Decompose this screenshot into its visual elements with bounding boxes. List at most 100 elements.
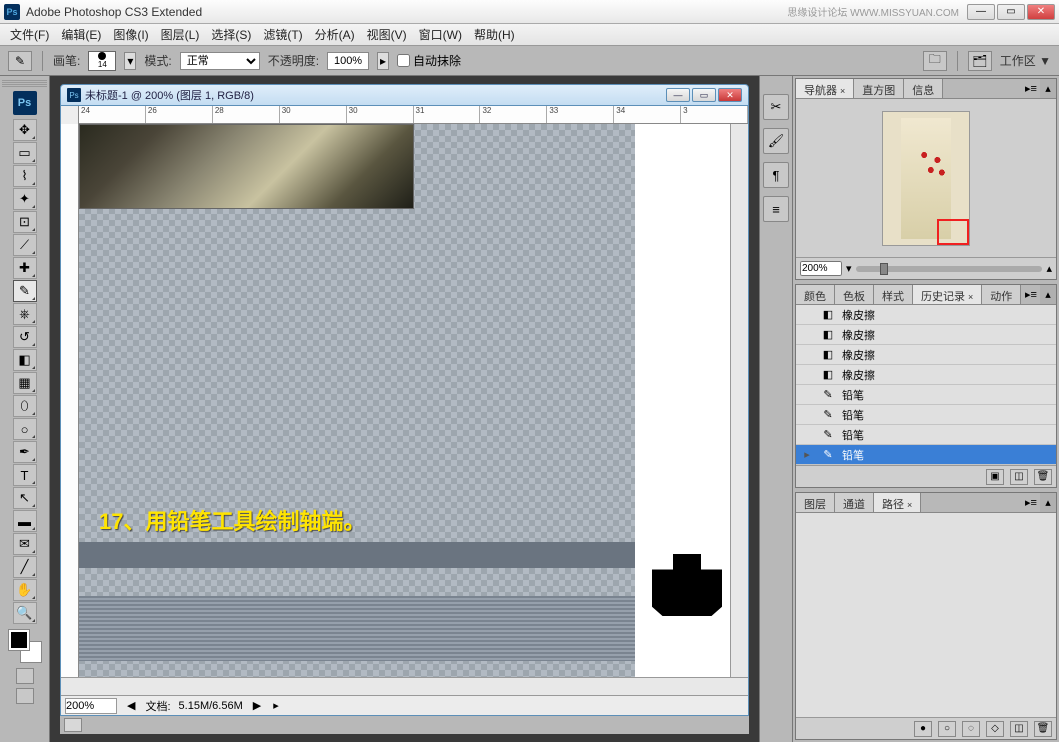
panel-collapse-icon[interactable]: ▴ (1040, 79, 1056, 98)
opacity-field[interactable] (327, 52, 369, 70)
toolbox-gripper[interactable] (2, 80, 47, 88)
history-delete-icon[interactable]: 🗑 (1034, 469, 1052, 485)
delete-path-icon[interactable]: 🗑 (1034, 721, 1052, 737)
tab-navigator[interactable]: 导航器× (796, 79, 854, 98)
close-button[interactable]: ✕ (1027, 4, 1055, 20)
mode-select[interactable]: 正常 (180, 52, 260, 70)
tab-paths[interactable]: 路径× (874, 493, 921, 512)
menu-file[interactable]: 文件(F) (4, 24, 55, 45)
tab-histogram[interactable]: 直方图 (854, 79, 904, 98)
dock-brushes-icon[interactable]: 🖌 (763, 128, 789, 154)
palette-well-icon[interactable]: 🗂 (968, 51, 992, 71)
navigator-preview[interactable] (796, 99, 1056, 257)
minimize-button[interactable]: — (967, 4, 995, 20)
marquee-tool[interactable]: ▭ (13, 142, 37, 164)
dodge-tool[interactable]: ○ (13, 418, 37, 440)
new-path-icon[interactable]: ◫ (1010, 721, 1028, 737)
ruler-origin[interactable] (61, 106, 79, 124)
fill-path-icon[interactable]: ● (914, 721, 932, 737)
scrollbar-vertical[interactable] (730, 124, 748, 677)
status-prev-icon[interactable]: ◀ (125, 699, 137, 712)
status-menu-icon[interactable]: ▸ (271, 699, 281, 712)
quickmask-button[interactable] (16, 668, 34, 684)
tab-history[interactable]: 历史记录× (913, 285, 982, 304)
doc-tab[interactable] (64, 718, 82, 732)
history-collapse-icon[interactable]: ▴ (1040, 285, 1056, 304)
scrollbar-horizontal[interactable] (61, 677, 748, 695)
history-new-icon[interactable]: ◫ (1010, 469, 1028, 485)
eyedropper-tool[interactable]: ╱ (13, 556, 37, 578)
history-panel-menu-icon[interactable]: ▸≡ (1022, 285, 1040, 304)
menu-layer[interactable]: 图层(L) (155, 24, 206, 45)
menu-view[interactable]: 视图(V) (361, 24, 413, 45)
history-item[interactable]: ✎铅笔 (796, 425, 1056, 445)
paths-panel-menu-icon[interactable]: ▸≡ (1022, 493, 1040, 512)
brush-preview[interactable]: 14 (88, 51, 116, 71)
history-brush-tool[interactable]: ↺ (13, 326, 37, 348)
tab-actions[interactable]: 动作 (982, 285, 1021, 304)
stamp-tool[interactable]: ⎈ (13, 303, 37, 325)
blur-tool[interactable]: ⬯ (13, 395, 37, 417)
navigator-zoom-field[interactable] (800, 261, 842, 276)
history-item[interactable]: ◧橡皮擦 (796, 345, 1056, 365)
tab-swatches[interactable]: 色板 (835, 285, 874, 304)
auto-erase-input[interactable] (397, 54, 410, 67)
history-snapshot-icon[interactable]: ▣ (986, 469, 1004, 485)
tab-styles[interactable]: 样式 (874, 285, 913, 304)
maximize-button[interactable]: ▭ (997, 4, 1025, 20)
selection-to-path-icon[interactable]: ◇ (986, 721, 1004, 737)
menu-help[interactable]: 帮助(H) (468, 24, 521, 45)
history-item[interactable]: ◧橡皮擦 (796, 365, 1056, 385)
dock-character-icon[interactable]: ¶ (763, 162, 789, 188)
eraser-tool[interactable]: ◧ (13, 349, 37, 371)
brush-dropdown-icon[interactable]: ▾ (124, 52, 136, 70)
pencil-tool-preset-icon[interactable]: ✎ (8, 51, 32, 71)
navigator-zoom-slider[interactable] (856, 266, 1043, 272)
slice-tool[interactable]: ⟋ (13, 234, 37, 256)
move-tool[interactable]: ✥ (13, 119, 37, 141)
document-titlebar[interactable]: Ps 未标题-1 @ 200% (图层 1, RGB/8) — ▭ ✕ (60, 84, 749, 106)
zoom-tool[interactable]: 🔍 (13, 602, 37, 624)
paths-collapse-icon[interactable]: ▴ (1040, 493, 1056, 512)
menu-window[interactable]: 窗口(W) (413, 24, 468, 45)
navigator-viewport[interactable] (937, 219, 969, 245)
path-to-selection-icon[interactable]: ◌ (962, 721, 980, 737)
dock-layers-icon[interactable]: ≡ (763, 196, 789, 222)
menu-image[interactable]: 图像(I) (107, 24, 154, 45)
auto-erase-checkbox[interactable]: 自动抹除 (397, 52, 461, 69)
heal-tool[interactable]: ✚ (13, 257, 37, 279)
menu-edit[interactable]: 编辑(E) (55, 24, 107, 45)
doc-maximize-button[interactable]: ▭ (692, 88, 716, 102)
screenmode-button[interactable] (16, 688, 34, 704)
zoom-in-icon[interactable]: ▴ (1046, 262, 1052, 275)
opacity-dropdown-icon[interactable]: ▸ (377, 52, 389, 70)
menu-select[interactable]: 选择(S) (205, 24, 257, 45)
file-browser-icon[interactable]: 🗀 (923, 51, 947, 71)
canvas[interactable]: 17、用铅笔工具绘制轴端。 (79, 124, 730, 677)
stroke-path-icon[interactable]: ○ (938, 721, 956, 737)
status-next-icon[interactable]: ▶ (251, 699, 263, 712)
history-item[interactable]: ◧橡皮擦 (796, 305, 1056, 325)
dock-tools-icon[interactable]: ✂ (763, 94, 789, 120)
tab-channels[interactable]: 通道 (835, 493, 874, 512)
pencil-tool[interactable]: ✎ (13, 280, 37, 302)
zoom-out-icon[interactable]: ▾ (846, 262, 852, 275)
zoom-field[interactable] (65, 698, 117, 714)
path-select-tool[interactable]: ↖ (13, 487, 37, 509)
crop-tool[interactable]: ⊡ (13, 211, 37, 233)
menu-filter[interactable]: 滤镜(T) (257, 24, 308, 45)
tab-layers[interactable]: 图层 (796, 493, 835, 512)
hand-tool[interactable]: ✋ (13, 579, 37, 601)
shape-tool[interactable]: ▬ (13, 510, 37, 532)
ruler-horizontal[interactable]: 24 26 28 30 30 31 32 33 34 3 (61, 106, 748, 124)
type-tool[interactable]: T (13, 464, 37, 486)
notes-tool[interactable]: ✉ (13, 533, 37, 555)
tab-color[interactable]: 颜色 (796, 285, 835, 304)
history-item[interactable]: ▸✎铅笔 (796, 445, 1056, 465)
lasso-tool[interactable]: ⌇ (13, 165, 37, 187)
pen-tool[interactable]: ✒ (13, 441, 37, 463)
panel-menu-icon[interactable]: ▸≡ (1022, 79, 1040, 98)
doc-close-button[interactable]: ✕ (718, 88, 742, 102)
gradient-tool[interactable]: ▦ (13, 372, 37, 394)
ruler-vertical[interactable] (61, 124, 79, 677)
